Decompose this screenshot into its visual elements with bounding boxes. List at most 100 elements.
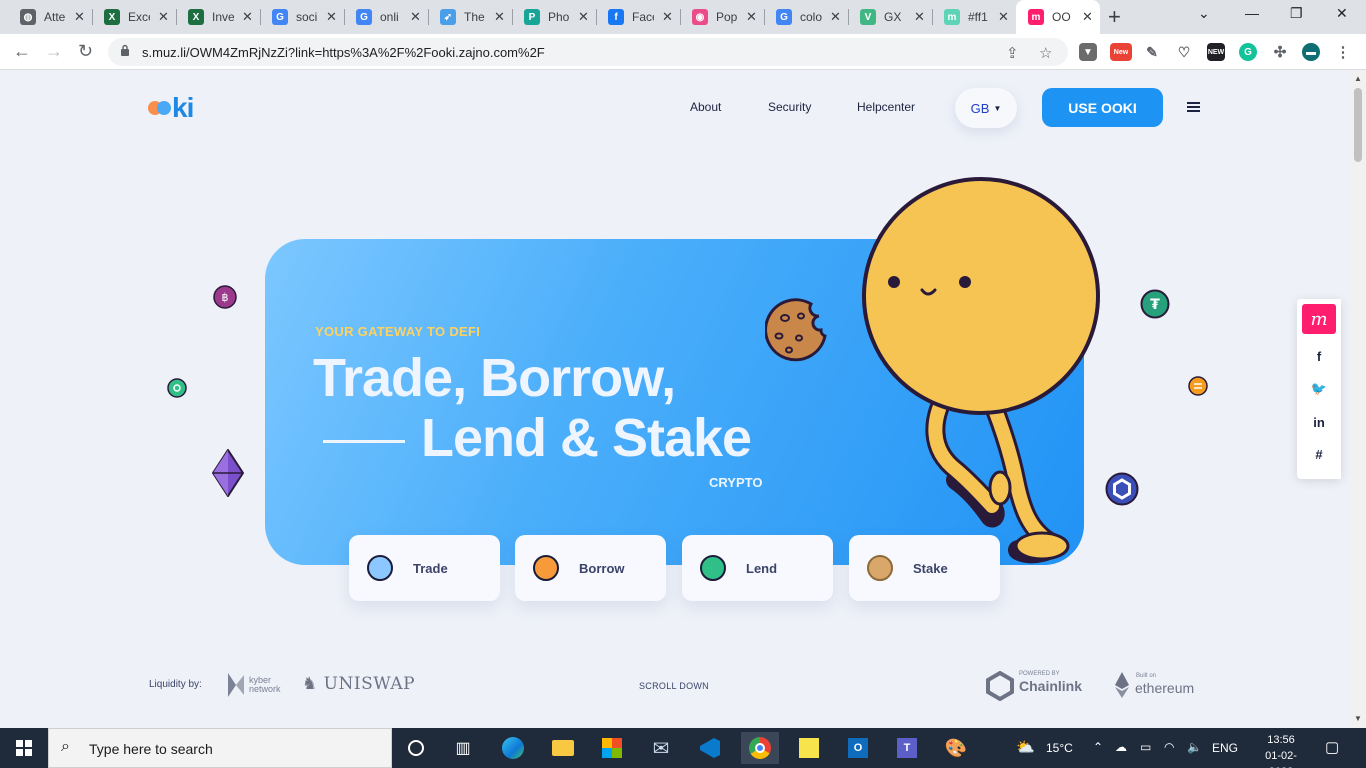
browser-tab[interactable]: ◉ Pop ✕	[680, 0, 764, 34]
ethereum-logo[interactable]: Built on ethereum	[1114, 671, 1194, 704]
mail-icon[interactable]: ✉	[642, 732, 680, 764]
notifications-icon[interactable]: ▢	[1325, 738, 1339, 756]
browser-tab[interactable]: ◍ Atte ✕	[8, 0, 92, 34]
scrollbar-thumb[interactable]	[1354, 88, 1362, 162]
tab-close-icon[interactable]: ✕	[74, 9, 85, 25]
tab-close-icon[interactable]: ✕	[1082, 9, 1093, 25]
task-view-icon[interactable]: ▥	[444, 732, 482, 764]
facebook-share-icon[interactable]: f	[1297, 349, 1341, 364]
cortana-icon[interactable]	[397, 732, 435, 764]
browser-tab[interactable]: P Pho ✕	[512, 0, 596, 34]
card-trade[interactable]: Trade	[349, 535, 500, 601]
news-extension-icon[interactable]: NEW	[1207, 43, 1225, 61]
uniswap-logo[interactable]: ♞ UNISWAP	[302, 674, 415, 694]
scroll-down-label[interactable]: SCROLL DOWN	[639, 681, 709, 691]
tab-search-icon[interactable]: ⌄	[1198, 5, 1210, 22]
teams-icon[interactable]: T	[888, 732, 926, 764]
scroll-up-arrow[interactable]: ▲	[1354, 74, 1362, 83]
windows-start-icon[interactable]	[16, 740, 32, 756]
bookmark-star-icon[interactable]: ☆	[1039, 44, 1052, 62]
hamburger-menu-icon[interactable]	[1187, 102, 1200, 114]
browser-tab[interactable]: V GX ✕	[848, 0, 932, 34]
browser-tab[interactable]: m OO ✕	[1016, 0, 1100, 34]
microsoft-store-icon[interactable]	[593, 732, 631, 764]
close-window-button[interactable]: ✕	[1336, 5, 1348, 22]
taskbar-search-box[interactable]: ⌕ Type here to search	[48, 728, 392, 768]
menu-kebab-icon[interactable]: ⋮	[1334, 43, 1352, 61]
profile-avatar[interactable]: ▬	[1302, 43, 1320, 61]
hero-headline-line2: Lend & Stake	[421, 408, 752, 468]
chainlink-logo[interactable]: POWERED BY Chainlink	[986, 670, 1082, 706]
battery-icon[interactable]: ▭	[1140, 740, 1151, 754]
onedrive-icon[interactable]: ☁	[1115, 740, 1127, 754]
outlook-icon[interactable]: O	[839, 732, 877, 764]
tab-close-icon[interactable]: ✕	[914, 9, 925, 25]
nav-about[interactable]: About	[690, 100, 721, 114]
sticky-notes-icon[interactable]	[790, 732, 828, 764]
page-scrollbar[interactable]: ▲ ▼	[1350, 70, 1366, 728]
weather-temperature[interactable]: 15°C	[1046, 741, 1073, 755]
minimize-button[interactable]: —	[1245, 5, 1259, 21]
use-ooki-button[interactable]: USE OOKI	[1042, 88, 1163, 127]
pocket-icon[interactable]: ♡	[1175, 43, 1193, 61]
hashtag-share-icon[interactable]: #	[1297, 447, 1341, 462]
extension-new-icon[interactable]: New	[1110, 43, 1132, 61]
scroll-down-arrow[interactable]: ▼	[1354, 714, 1362, 723]
muzli-logo-icon[interactable]: m	[1302, 304, 1336, 334]
new-tab-button[interactable]: +	[1108, 4, 1121, 30]
browser-tab[interactable]: X Inve ✕	[176, 0, 260, 34]
browser-tab[interactable]: X Exce ✕	[92, 0, 176, 34]
nav-helpcenter[interactable]: Helpcenter	[857, 100, 915, 114]
back-button[interactable]: ←	[13, 41, 31, 62]
chrome-taskbar-icon[interactable]	[741, 732, 779, 764]
grammarly-icon[interactable]: G	[1239, 43, 1257, 61]
tab-close-icon[interactable]: ✕	[998, 9, 1009, 25]
tab-close-icon[interactable]: ✕	[662, 9, 673, 25]
wifi-icon[interactable]: ◠	[1164, 740, 1174, 754]
browser-tab[interactable]: m #ff1 ✕	[932, 0, 1016, 34]
file-explorer-icon[interactable]	[544, 732, 582, 764]
linkedin-share-icon[interactable]: in	[1297, 415, 1341, 430]
tab-close-icon[interactable]: ✕	[242, 9, 253, 25]
url-text[interactable]: s.muz.li/OWM4ZmRjNzZi?link=https%3A%2F%2…	[142, 45, 545, 60]
language-selector[interactable]: GB ▼	[955, 88, 1017, 128]
browser-tab[interactable]: Gsoci ✕	[260, 0, 344, 34]
restore-button[interactable]: ❐	[1290, 5, 1303, 22]
taskbar-clock[interactable]: 13:56 01-02-2022	[1256, 732, 1306, 768]
browser-tab[interactable]: Gcolo ✕	[764, 0, 848, 34]
tab-title: Pop	[716, 10, 738, 24]
card-stake[interactable]: Stake	[849, 535, 1000, 601]
twitter-share-icon[interactable]: 🐦	[1297, 381, 1341, 397]
browser-tab[interactable]: f Face ✕	[596, 0, 680, 34]
card-lend[interactable]: Lend	[682, 535, 833, 601]
card-borrow[interactable]: Borrow	[515, 535, 666, 601]
card-lend-label: Lend	[746, 561, 778, 576]
tab-close-icon[interactable]: ✕	[494, 9, 505, 25]
weather-icon[interactable]: ⛅	[1016, 738, 1035, 756]
eth-built-on-label: Built on	[1136, 673, 1157, 679]
tab-close-icon[interactable]: ✕	[830, 9, 841, 25]
tab-close-icon[interactable]: ✕	[158, 9, 169, 25]
extension-v-icon[interactable]: ▼	[1079, 43, 1097, 61]
ooki-logo[interactable]: ki	[148, 92, 194, 124]
kyber-network-logo[interactable]: kyber network	[226, 671, 287, 699]
volume-icon[interactable]: 🔈	[1187, 740, 1202, 754]
paint-icon[interactable]: 🎨	[937, 732, 975, 764]
forward-button[interactable]: →	[45, 41, 63, 62]
extension-pin-icon[interactable]: ✎	[1143, 43, 1161, 61]
tab-close-icon[interactable]: ✕	[326, 9, 337, 25]
address-bar[interactable]: s.muz.li/OWM4ZmRjNzZi?link=https%3A%2F%2…	[108, 38, 1068, 66]
vscode-icon[interactable]	[691, 732, 729, 764]
input-language[interactable]: ENG	[1212, 741, 1238, 755]
nav-security[interactable]: Security	[768, 100, 811, 114]
edge-icon[interactable]	[494, 732, 532, 764]
browser-tab[interactable]: Gonli ✕	[344, 0, 428, 34]
tab-close-icon[interactable]: ✕	[746, 9, 757, 25]
tab-close-icon[interactable]: ✕	[578, 9, 589, 25]
browser-tab[interactable]: ➶ The ✕	[428, 0, 512, 34]
share-icon[interactable]: ⇪	[1006, 44, 1019, 62]
tab-close-icon[interactable]: ✕	[410, 9, 421, 25]
extensions-puzzle-icon[interactable]: ✣	[1271, 43, 1289, 61]
reload-button[interactable]: ↻	[78, 41, 93, 62]
tray-chevron-icon[interactable]: ⌃	[1093, 740, 1103, 754]
